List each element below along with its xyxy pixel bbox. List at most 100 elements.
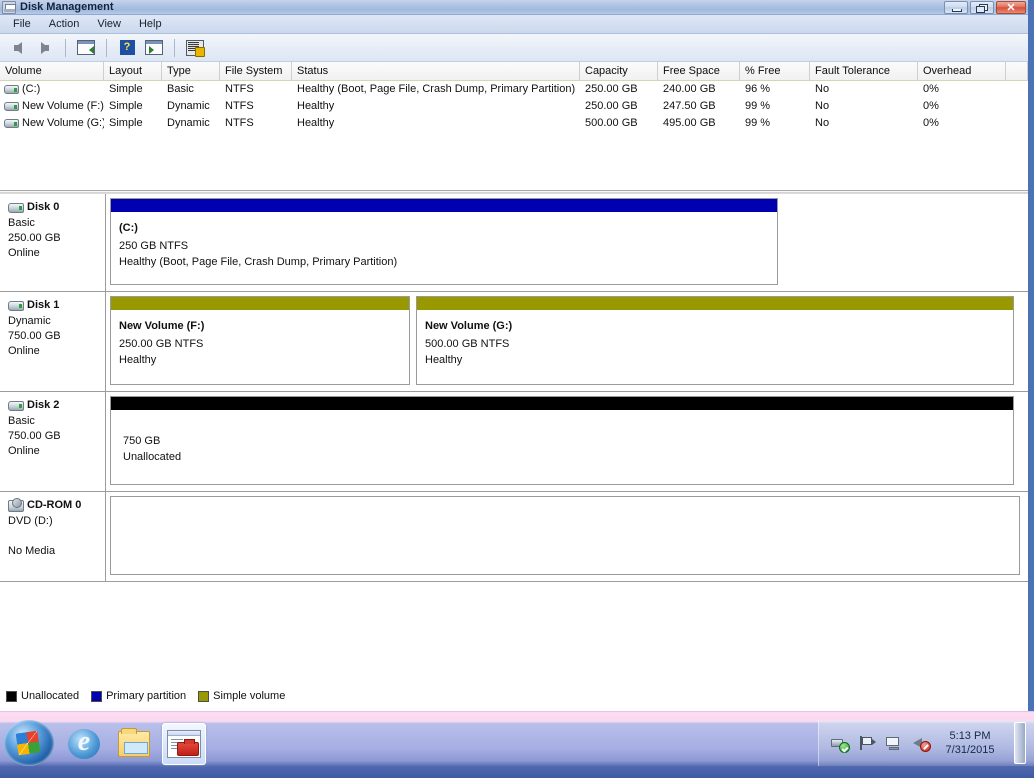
help-button[interactable]: ? <box>115 37 139 59</box>
volume-cell-overhead: 0% <box>918 115 1006 132</box>
clock-date: 7/31/2015 <box>945 743 995 757</box>
disk-info[interactable]: CD-ROM 0DVD (D:) No Media <box>0 492 106 581</box>
disk-state: No Media <box>8 544 101 559</box>
disk-info[interactable]: Disk 1Dynamic750.00 GBOnline <box>0 292 106 391</box>
disk-info[interactable]: Disk 2Basic750.00 GBOnline <box>0 392 106 491</box>
toolbar-separator <box>65 39 66 57</box>
legend-item: Primary partition <box>91 690 186 702</box>
volume-list-body: (C:)SimpleBasicNTFSHealthy (Boot, Page F… <box>0 81 1028 132</box>
taskbar-app-buttons <box>62 722 206 766</box>
partition-block[interactable]: 750 GBUnallocated <box>110 396 1014 485</box>
network-icon[interactable] <box>885 734 903 752</box>
disk-icon <box>8 203 24 213</box>
rescan-disks-button[interactable] <box>183 37 207 59</box>
volume-cell-capacity: 500.00 GB <box>580 115 658 132</box>
menu-bar: File Action View Help <box>0 15 1028 34</box>
legend-item: Unallocated <box>6 690 79 702</box>
menu-action[interactable]: Action <box>40 16 89 33</box>
volume-label: (C:) <box>22 81 40 98</box>
disk-partitions <box>106 492 1028 581</box>
disk-type: Basic <box>8 216 101 231</box>
volume-cell-layout: Simple <box>104 98 162 115</box>
disk-partitions: New Volume (F:)250.00 GB NTFSHealthyNew … <box>106 292 1028 391</box>
volume-cell-overhead: 0% <box>918 98 1006 115</box>
disk-name: Disk 1 <box>27 298 59 313</box>
legend-label: Unallocated <box>21 690 79 702</box>
column-header-status[interactable]: Status <box>292 62 580 81</box>
network-status-icon[interactable] <box>831 734 849 752</box>
restore-button[interactable] <box>970 1 994 14</box>
volume-cell-layout: Simple <box>104 81 162 98</box>
toolbar-separator <box>174 39 175 57</box>
system-tray: 5:13 PM 7/31/2015 <box>818 720 1034 766</box>
menu-view[interactable]: View <box>88 16 130 33</box>
toolbox-window-icon <box>167 730 201 758</box>
restore-icon-secondary <box>976 6 985 13</box>
drive-icon <box>4 85 19 94</box>
disk-management-window: Disk Management ✕ File Action View Help <box>0 0 1034 712</box>
clock[interactable]: 5:13 PM 7/31/2015 <box>939 729 1001 757</box>
disk-partitions: (C:)250 GB NTFSHealthy (Boot, Page File,… <box>106 194 1028 291</box>
disk-panel[interactable]: CD-ROM 0DVD (D:) No Media <box>0 492 1028 582</box>
close-button[interactable]: ✕ <box>996 1 1026 14</box>
start-button[interactable] <box>4 720 54 766</box>
column-header-capacity[interactable]: Capacity <box>580 62 658 81</box>
column-header-layout[interactable]: Layout <box>104 62 162 81</box>
forward-button[interactable] <box>33 37 57 59</box>
question-mark-icon: ? <box>120 40 135 55</box>
volume-cell-fault-tolerance: No <box>810 98 918 115</box>
arrow-left-icon <box>14 42 22 54</box>
legend-swatch <box>198 691 209 702</box>
column-header-fault-tolerance[interactable]: Fault Tolerance <box>810 62 918 81</box>
disk-panel[interactable]: Disk 2Basic750.00 GBOnline750 GBUnalloca… <box>0 392 1028 492</box>
volume-label: New Volume (F:) <box>22 98 104 115</box>
column-header-free-space[interactable]: Free Space <box>658 62 740 81</box>
menu-help[interactable]: Help <box>130 16 171 33</box>
disk-panel[interactable]: Disk 1Dynamic750.00 GBOnlineNew Volume (… <box>0 292 1028 392</box>
title-bar-left: Disk Management <box>0 1 114 14</box>
volume-row[interactable]: New Volume (G:)SimpleDynamicNTFSHealthy5… <box>0 115 1028 132</box>
volume-cell-file-system: NTFS <box>220 98 292 115</box>
disk-state: Online <box>8 444 101 459</box>
disk-info[interactable]: Disk 0Basic250.00 GBOnline <box>0 194 106 291</box>
volume-cell-file-system: NTFS <box>220 115 292 132</box>
properties-button[interactable] <box>142 37 166 59</box>
column-header-file-system[interactable]: File System <box>220 62 292 81</box>
partition-name: New Volume (G:) <box>425 318 1005 334</box>
partition-block[interactable]: (C:)250 GB NTFSHealthy (Boot, Page File,… <box>110 198 778 285</box>
minimize-button[interactable] <box>944 1 968 14</box>
action-center-icon[interactable] <box>858 734 876 752</box>
legend-swatch <box>91 691 102 702</box>
taskbar-disk-management[interactable] <box>162 723 206 765</box>
volume-row[interactable]: New Volume (F:)SimpleDynamicNTFSHealthy2… <box>0 98 1028 115</box>
graphical-view-pane: Disk 0Basic250.00 GBOnline(C:)250 GB NTF… <box>0 194 1028 582</box>
column-header-type[interactable]: Type <box>162 62 220 81</box>
taskbar-windows-explorer[interactable] <box>112 723 156 765</box>
legend-label: Primary partition <box>106 690 186 702</box>
disk-name: Disk 0 <box>27 200 59 215</box>
show-hide-console-tree-button[interactable] <box>74 37 98 59</box>
volume-cell-status: Healthy (Boot, Page File, Crash Dump, Pr… <box>292 81 580 98</box>
taskbar-internet-explorer[interactable] <box>62 723 106 765</box>
arrow-right-icon <box>41 42 49 54</box>
disk-name: Disk 2 <box>27 398 59 413</box>
volume-row[interactable]: (C:)SimpleBasicNTFSHealthy (Boot, Page F… <box>0 81 1028 98</box>
show-desktop-button[interactable] <box>1014 722 1026 764</box>
internet-explorer-icon <box>68 729 100 759</box>
partition-block[interactable]: New Volume (F:)250.00 GB NTFSHealthy <box>110 296 410 385</box>
close-icon: ✕ <box>997 2 1025 13</box>
volume-cell-type: Dynamic <box>162 98 220 115</box>
drive-icon <box>4 119 19 128</box>
column-header--free[interactable]: % Free <box>740 62 810 81</box>
partition-color-bar <box>417 297 1013 311</box>
disk-panel[interactable]: Disk 0Basic250.00 GBOnline(C:)250 GB NTF… <box>0 194 1028 292</box>
column-header-spacer[interactable] <box>1006 62 1028 81</box>
column-header-overhead[interactable]: Overhead <box>918 62 1006 81</box>
volume-icon[interactable] <box>912 734 930 752</box>
title-bar[interactable]: Disk Management ✕ <box>0 0 1028 15</box>
menu-file[interactable]: File <box>4 16 40 33</box>
partition-block[interactable]: New Volume (G:)500.00 GB NTFSHealthy <box>416 296 1014 385</box>
volume-cell-status: Healthy <box>292 115 580 132</box>
back-button[interactable] <box>6 37 30 59</box>
column-header-volume[interactable]: Volume <box>0 62 104 81</box>
